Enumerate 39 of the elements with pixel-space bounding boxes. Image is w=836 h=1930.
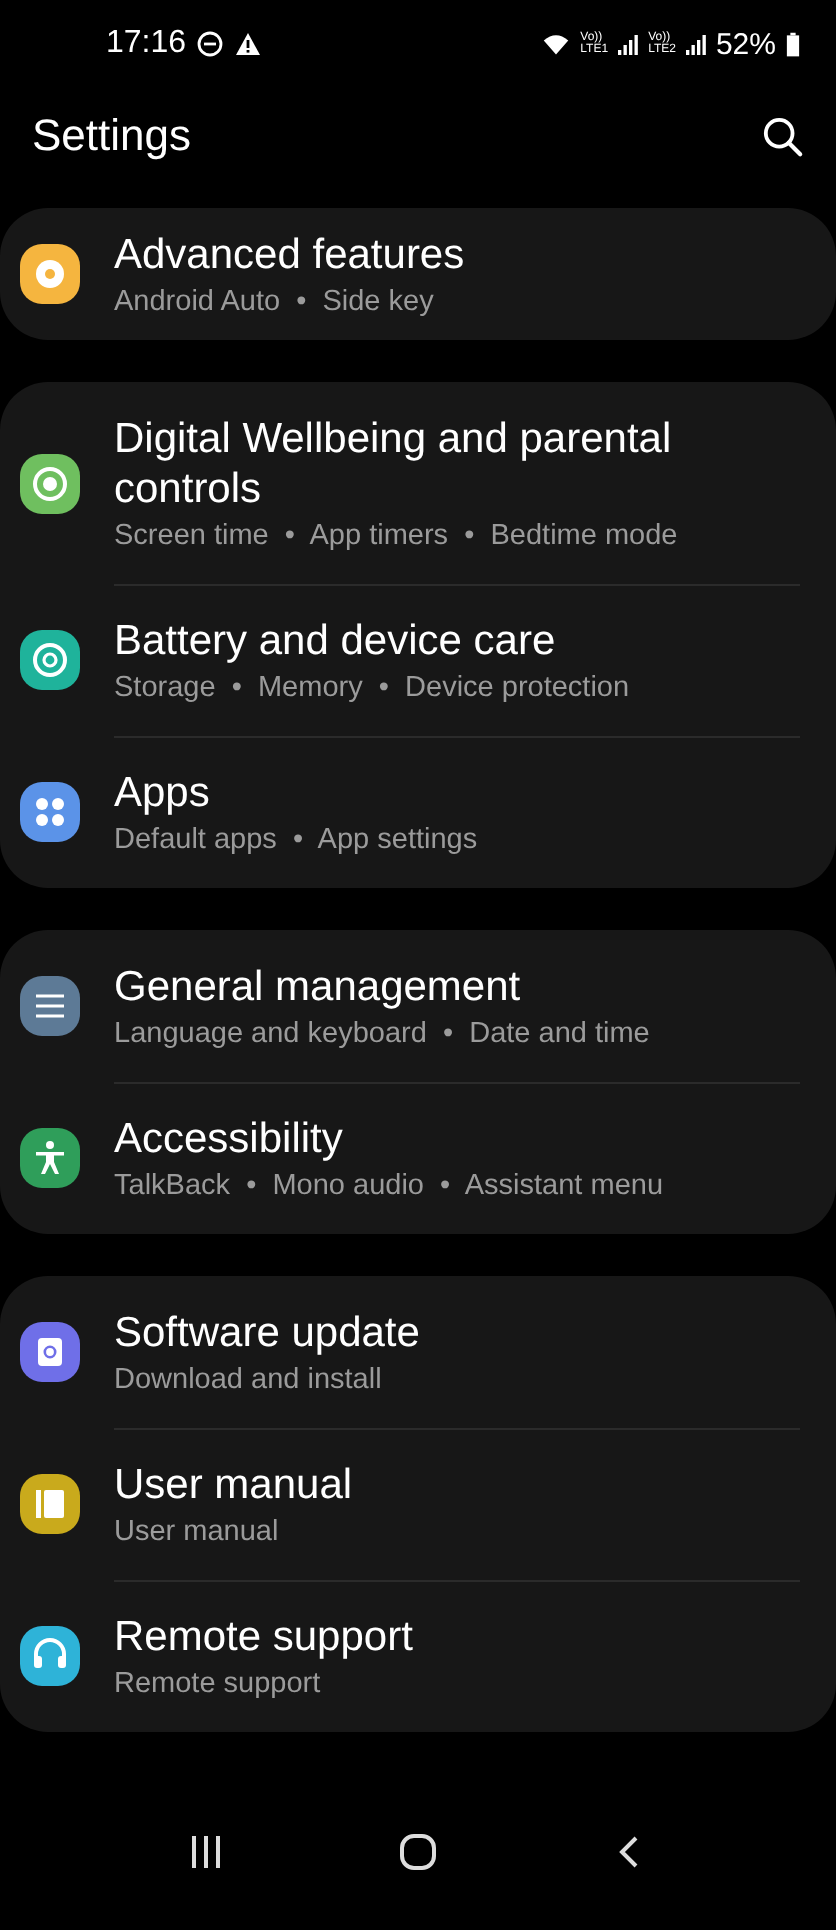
settings-item[interactable]: Software update Download and install <box>0 1276 836 1428</box>
item-title: Apps <box>114 768 212 818</box>
item-subtitle: Storage • Memory • Device protection <box>114 672 630 704</box>
battery-icon <box>786 31 800 57</box>
item-subtitle: Remote support <box>114 1668 323 1700</box>
recent-apps-icon[interactable] <box>186 1832 226 1872</box>
item-title: User manual <box>114 1460 353 1510</box>
settings-item[interactable]: Battery and device care Storage • Memory • Device protection <box>0 584 836 736</box>
status-time: 17:16 <box>106 26 187 62</box>
signal-icon <box>618 33 639 55</box>
item-title: Software update <box>114 1308 420 1358</box>
item-title: Remote support <box>114 1612 413 1662</box>
signal-icon <box>685 33 706 55</box>
item-subtitle: Default apps • App settings <box>114 824 478 856</box>
wifi-icon <box>542 30 571 58</box>
item-title: General management <box>114 962 523 1012</box>
warning-icon <box>234 30 263 58</box>
settings-item[interactable]: General management Language and keyboard • Date and time <box>0 930 836 1082</box>
item-title: Advanced features <box>114 230 465 280</box>
settings-item[interactable]: User manual User manual <box>0 1428 836 1580</box>
settings-item[interactable]: Apps Default apps • App settings <box>0 736 836 888</box>
item-subtitle: User manual <box>114 1516 281 1548</box>
home-icon[interactable] <box>398 1832 438 1872</box>
page-title: Settings <box>32 110 191 162</box>
settings-item[interactable]: Accessibility TalkBack • Mono audio • Assistant menu <box>0 1082 836 1234</box>
do-not-disturb-icon <box>196 30 225 58</box>
item-title: Digital Wellbeing and parental controls <box>114 414 674 514</box>
item-subtitle: Screen time • App timers • Bedtime mode <box>114 520 680 552</box>
item-subtitle: TalkBack • Mono audio • Assistant menu <box>114 1170 664 1202</box>
item-title: Battery and device care <box>114 616 558 666</box>
battery-percent: 52% <box>715 27 776 61</box>
item-subtitle: Download and install <box>114 1364 384 1396</box>
item-subtitle: Android Auto • Side key <box>114 286 436 318</box>
settings-item[interactable]: Advanced features Android Auto • Side key <box>0 208 836 340</box>
item-title: Accessibility <box>114 1114 345 1164</box>
settings-item[interactable]: Remote support Remote support <box>0 1580 836 1732</box>
settings-item[interactable]: Digital Wellbeing and parental controls Screen time • App timers • Bedtime mode <box>0 382 836 584</box>
item-subtitle: Language and keyboard • Date and time <box>114 1018 650 1050</box>
search-icon[interactable] <box>762 115 804 157</box>
